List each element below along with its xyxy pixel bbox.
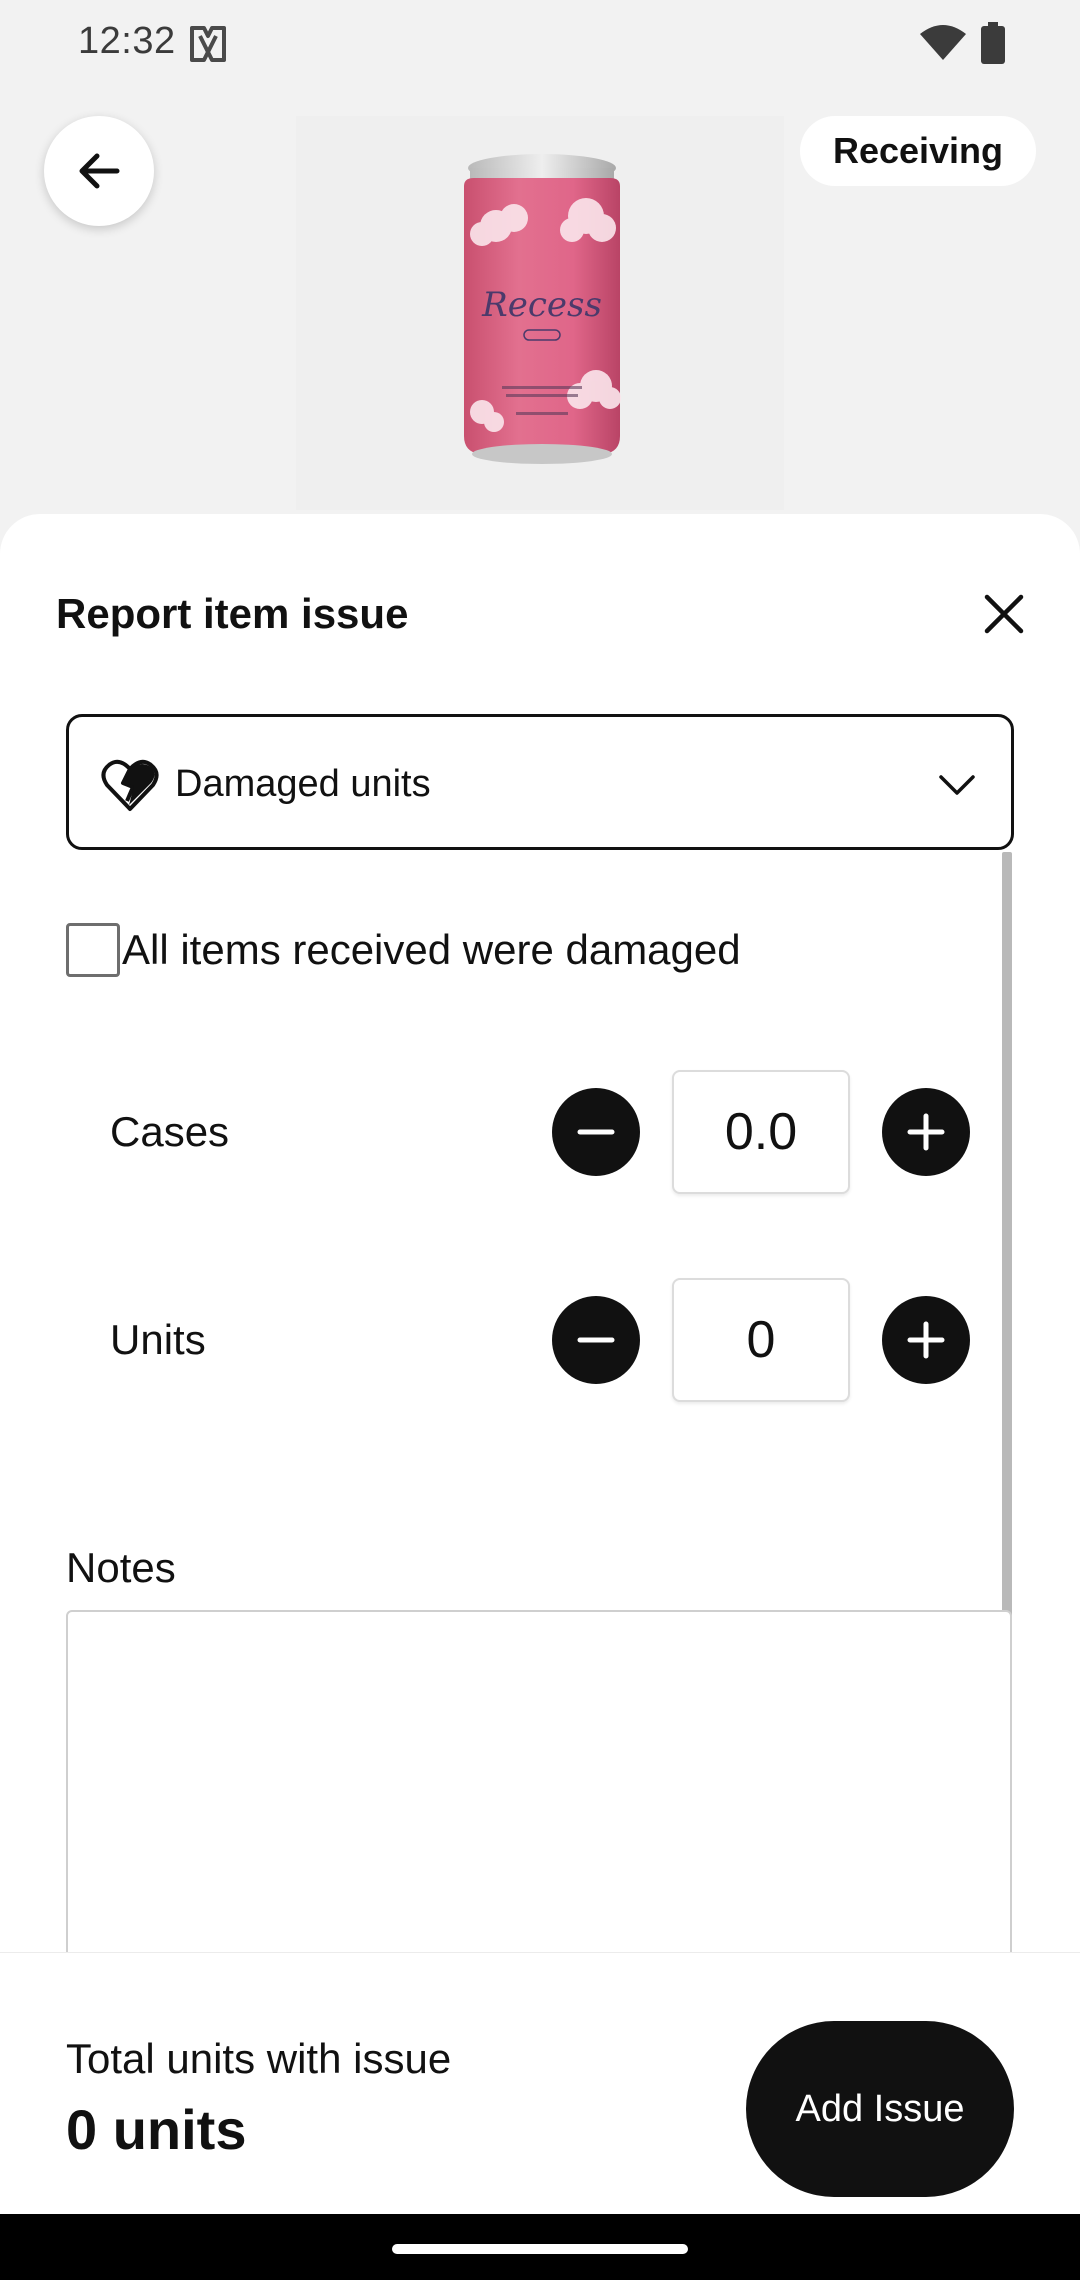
units-increment-button[interactable] [882, 1296, 970, 1384]
arrow-left-icon [79, 153, 120, 189]
issue-type-dropdown[interactable]: Damaged units [66, 714, 1014, 850]
close-icon [984, 594, 1024, 634]
cases-row: Cases 0.0 [0, 1070, 1000, 1194]
notes-label: Notes [66, 1544, 176, 1591]
cases-label: Cases [110, 1108, 230, 1155]
add-issue-button[interactable]: Add Issue [746, 2021, 1014, 2197]
units-decrement-button[interactable] [552, 1296, 640, 1384]
broken-heart-icon [101, 759, 159, 811]
home-gesture-handle[interactable] [392, 2244, 688, 2254]
units-row: Units 0 [0, 1278, 1000, 1402]
total-units-value: 0 units [66, 2098, 247, 2161]
status-time: 12:32 [78, 20, 176, 62]
receiving-chip[interactable]: Receiving [800, 116, 1036, 186]
plus-icon [907, 1321, 945, 1359]
product-can-image: Recess [296, 116, 784, 510]
all-damaged-option[interactable]: All items received were damaged [66, 922, 741, 978]
svg-text:Recess: Recess [481, 285, 602, 325]
minus-icon [577, 1337, 615, 1343]
sheet-title: Report item issue [56, 590, 409, 637]
units-quantity-input[interactable]: 0 [672, 1278, 850, 1402]
product-image: Recess [296, 116, 784, 510]
status-bar: 12:32 [0, 0, 1080, 84]
battery-icon [981, 22, 1005, 64]
wifi-icon [920, 25, 966, 60]
app-logo-icon [190, 26, 226, 62]
system-nav-bar [0, 2214, 1080, 2280]
issue-type-label: Damaged units [175, 763, 431, 805]
cases-decrement-button[interactable] [552, 1088, 640, 1176]
minus-icon [577, 1129, 615, 1135]
total-units-label: Total units with issue [66, 2035, 452, 2082]
plus-icon [907, 1113, 945, 1151]
cases-quantity-input[interactable]: 0.0 [672, 1070, 850, 1194]
units-label: Units [110, 1316, 206, 1363]
close-button[interactable] [974, 584, 1034, 644]
all-damaged-checkbox[interactable] [66, 923, 120, 977]
cases-increment-button[interactable] [882, 1088, 970, 1176]
all-damaged-label: All items received were damaged [122, 926, 741, 973]
chevron-down-icon [939, 775, 975, 795]
footer-bar: Total units with issue 0 units Add Issue [0, 1952, 1080, 2214]
back-button[interactable] [44, 116, 154, 226]
